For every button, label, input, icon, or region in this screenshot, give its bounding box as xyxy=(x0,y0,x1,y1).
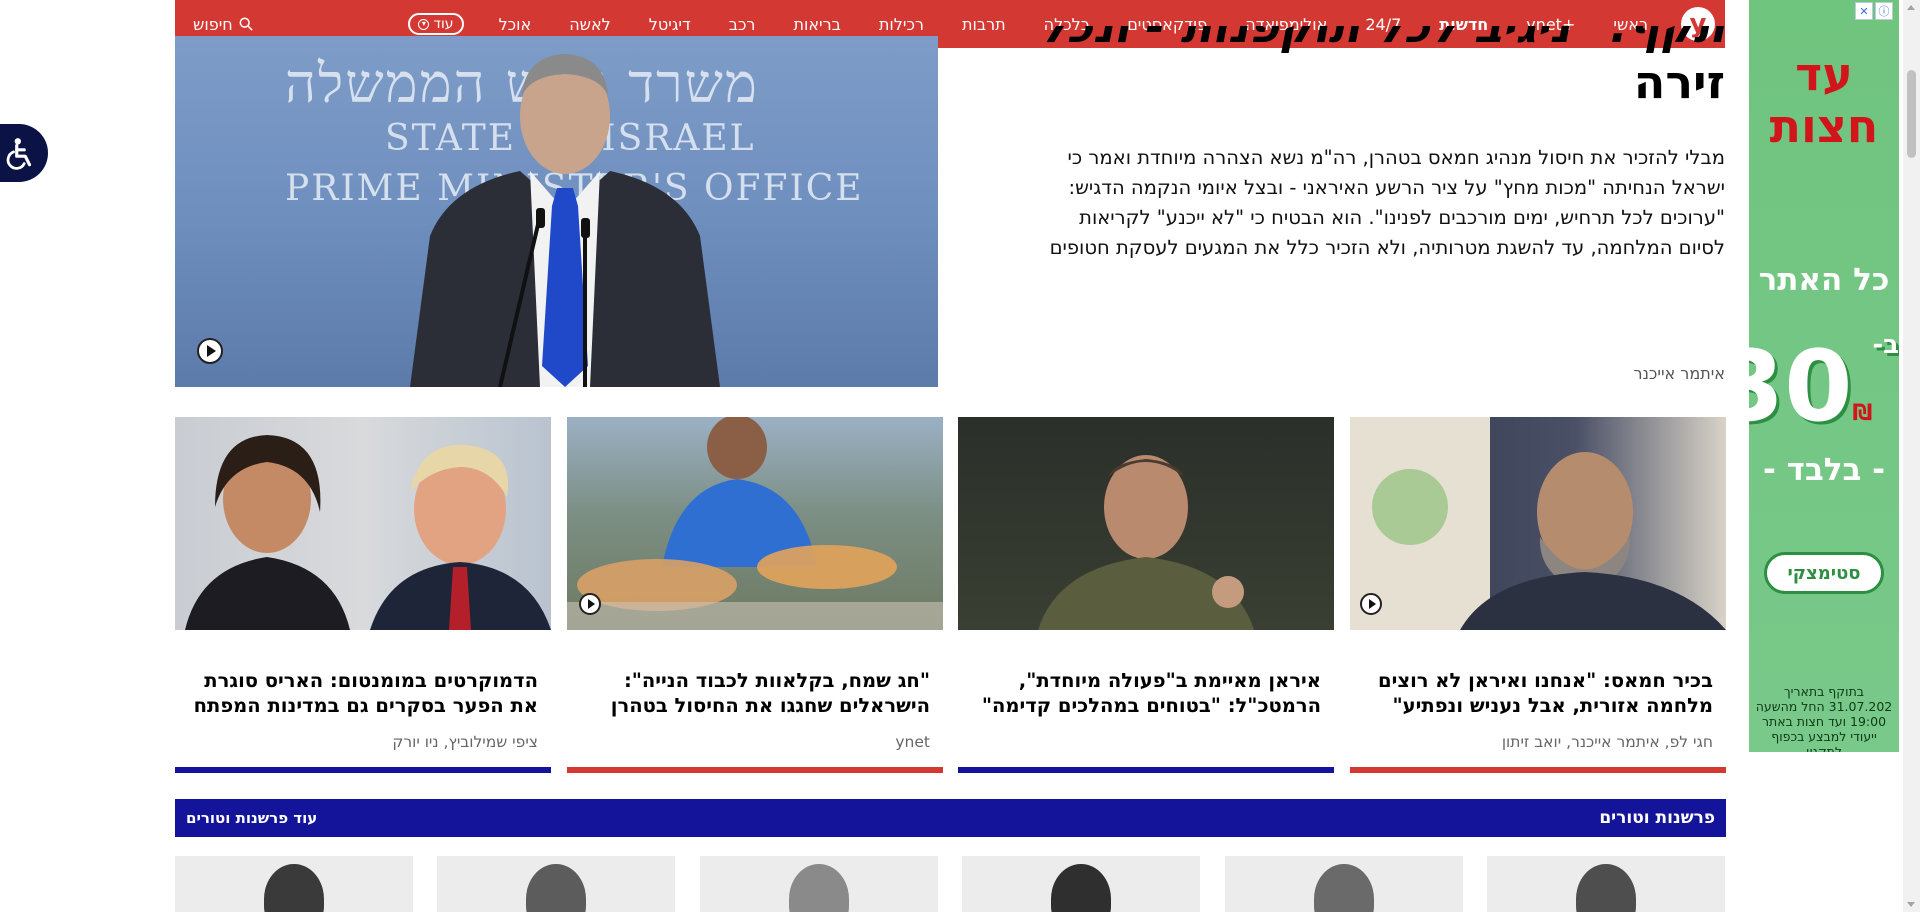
nav-item-culture[interactable]: תרבות xyxy=(943,15,1025,34)
hero-description: מבלי להזכיר את חיסול מנהיג חמאס בטהרן, ר… xyxy=(1049,146,1725,259)
page-scrollbar[interactable] xyxy=(1903,0,1920,912)
accessibility-icon xyxy=(6,138,32,170)
card-accent-bar xyxy=(567,767,943,773)
scrollbar-thumb[interactable] xyxy=(1907,70,1916,158)
writer-photo[interactable] xyxy=(1487,856,1725,912)
video-play-icon[interactable] xyxy=(579,593,601,615)
card-author: ציפי שמילוביץ, ניו יורק xyxy=(392,733,538,751)
news-card[interactable]: איראן מאיימת ב"פעולה מיוחדת", הרמטכ"ל: "… xyxy=(958,417,1334,773)
commentary-more-link[interactable]: עוד פרשנות וטורים xyxy=(186,809,317,827)
ad-price-value: 30 xyxy=(1749,330,1853,444)
card-accent-bar xyxy=(1350,767,1726,773)
nav-item-cars[interactable]: רכב xyxy=(710,15,775,34)
card-image-illustration xyxy=(1038,455,1254,630)
card-title[interactable]: בכיר חמאס: "אנחנו ואיראן לא רוצים מלחמה … xyxy=(1350,668,1726,720)
nav-item-women[interactable]: לאשה xyxy=(550,15,630,34)
card-image[interactable] xyxy=(175,417,551,630)
card-title[interactable]: הדמוקרטים במומנטום: האריס סוגרת את הפער … xyxy=(175,668,551,720)
writer-head xyxy=(264,864,324,912)
hero-author[interactable]: איתמר אייכנר xyxy=(1633,364,1725,383)
writer-head xyxy=(526,864,586,912)
card-accent-bar xyxy=(958,767,1334,773)
ad-fine-print: בתוקף בתאריך 31.07.202 החל מהשעה 19:00 ו… xyxy=(1755,684,1893,752)
ad-close-icon[interactable]: ✕ xyxy=(1855,2,1873,20)
news-card[interactable]: הדמוקרטים במומנטום: האריס סוגרת את הפער … xyxy=(175,417,551,773)
search-button[interactable]: חיפוש xyxy=(193,15,253,34)
hero-headline-line2: זירה xyxy=(1633,55,1725,109)
video-play-icon[interactable] xyxy=(1360,593,1382,615)
card-author: חגי לפ, איתמר אייכנר, יואב זיתון xyxy=(1501,733,1713,751)
chevron-down-icon: ▾ xyxy=(418,18,430,30)
writer-photo[interactable] xyxy=(437,856,675,912)
ad-price: ב- 30₪ xyxy=(1749,330,1899,444)
hero-headline-line1: תקף: "ניגיב לכל תוקפנות - ונכל xyxy=(1038,26,1725,53)
card-image-illustration xyxy=(1350,417,1726,630)
ad-headline: עד חצות xyxy=(1749,48,1899,152)
scroll-down-arrow[interactable] xyxy=(1907,902,1915,907)
commentary-section-header: פרשנות וטורים עוד פרשנות וטורים xyxy=(175,799,1726,837)
search-label: חיפוש xyxy=(193,14,233,34)
ad-brand-logo: סטימצקי xyxy=(1764,552,1884,594)
writer-photo[interactable] xyxy=(175,856,413,912)
hero-headline[interactable]: תקף: "ניגיב לכל תוקפנות - ונכל זירה xyxy=(1025,26,1725,110)
writer-head xyxy=(1576,864,1636,912)
card-title[interactable]: איראן מאיימת ב"פעולה מיוחדת", הרמטכ"ל: "… xyxy=(958,668,1334,720)
card-image-illustration xyxy=(185,435,551,630)
hero-image[interactable]: משרד ראש הממשלה STATE OF ISRAEL PRIME MI… xyxy=(175,36,938,387)
card-image[interactable] xyxy=(1350,417,1726,630)
card-accent-bar xyxy=(175,767,551,773)
ad-headline-line2: חצות xyxy=(1769,99,1879,153)
nav-more-label: עוד xyxy=(433,16,454,32)
card-image-illustration xyxy=(567,417,943,630)
nav-item-gossip[interactable]: רכילות xyxy=(860,15,943,34)
news-card[interactable]: "חג שמח, בקלאוות לכבוד הנייה": הישראלים … xyxy=(567,417,943,773)
video-play-icon[interactable] xyxy=(197,338,223,364)
news-cards: בכיר חמאס: "אנחנו ואיראן לא רוצים מלחמה … xyxy=(175,417,1726,777)
ad-only-label: - בלבד - xyxy=(1762,452,1886,488)
ad-price-prefix: ב- xyxy=(1872,330,1899,360)
writers-row xyxy=(175,856,1726,912)
nav-item-food[interactable]: אוכל xyxy=(480,15,551,34)
card-image[interactable] xyxy=(567,417,943,630)
writer-head xyxy=(1314,864,1374,912)
speaker-figure xyxy=(410,54,720,387)
writer-head xyxy=(1051,864,1111,912)
ad-subtitle: כל האתר xyxy=(1758,262,1890,298)
ad-controls: ⓘ ✕ xyxy=(1855,2,1893,20)
nav-more-button[interactable]: עוד ▾ xyxy=(408,13,464,35)
scroll-up-arrow[interactable] xyxy=(1907,5,1915,10)
nav-item-health[interactable]: בריאות xyxy=(774,15,859,34)
writer-head xyxy=(789,864,849,912)
card-author: ynet xyxy=(895,733,930,751)
ad-info-icon[interactable]: ⓘ xyxy=(1875,2,1893,20)
search-icon xyxy=(239,17,253,31)
writer-photo[interactable] xyxy=(962,856,1200,912)
news-card[interactable]: בכיר חמאס: "אנחנו ואיראן לא רוצים מלחמה … xyxy=(1350,417,1726,773)
side-advertisement[interactable]: ⓘ ✕ עד חצות כל האתר ב- 30₪ - בלבד - סטימצ… xyxy=(1749,0,1899,752)
card-image[interactable] xyxy=(958,417,1334,630)
ad-currency: ₪ xyxy=(1852,401,1873,426)
writer-photo[interactable] xyxy=(1225,856,1463,912)
card-title[interactable]: "חג שמח, בקלאוות לכבוד הנייה": הישראלים … xyxy=(567,668,943,720)
writer-photo[interactable] xyxy=(700,856,938,912)
ad-headline-line1: עד xyxy=(1795,47,1853,101)
commentary-title[interactable]: פרשנות וטורים xyxy=(1599,808,1715,828)
nav-item-digital[interactable]: דיגיטל xyxy=(630,15,710,34)
accessibility-button[interactable] xyxy=(0,124,48,182)
